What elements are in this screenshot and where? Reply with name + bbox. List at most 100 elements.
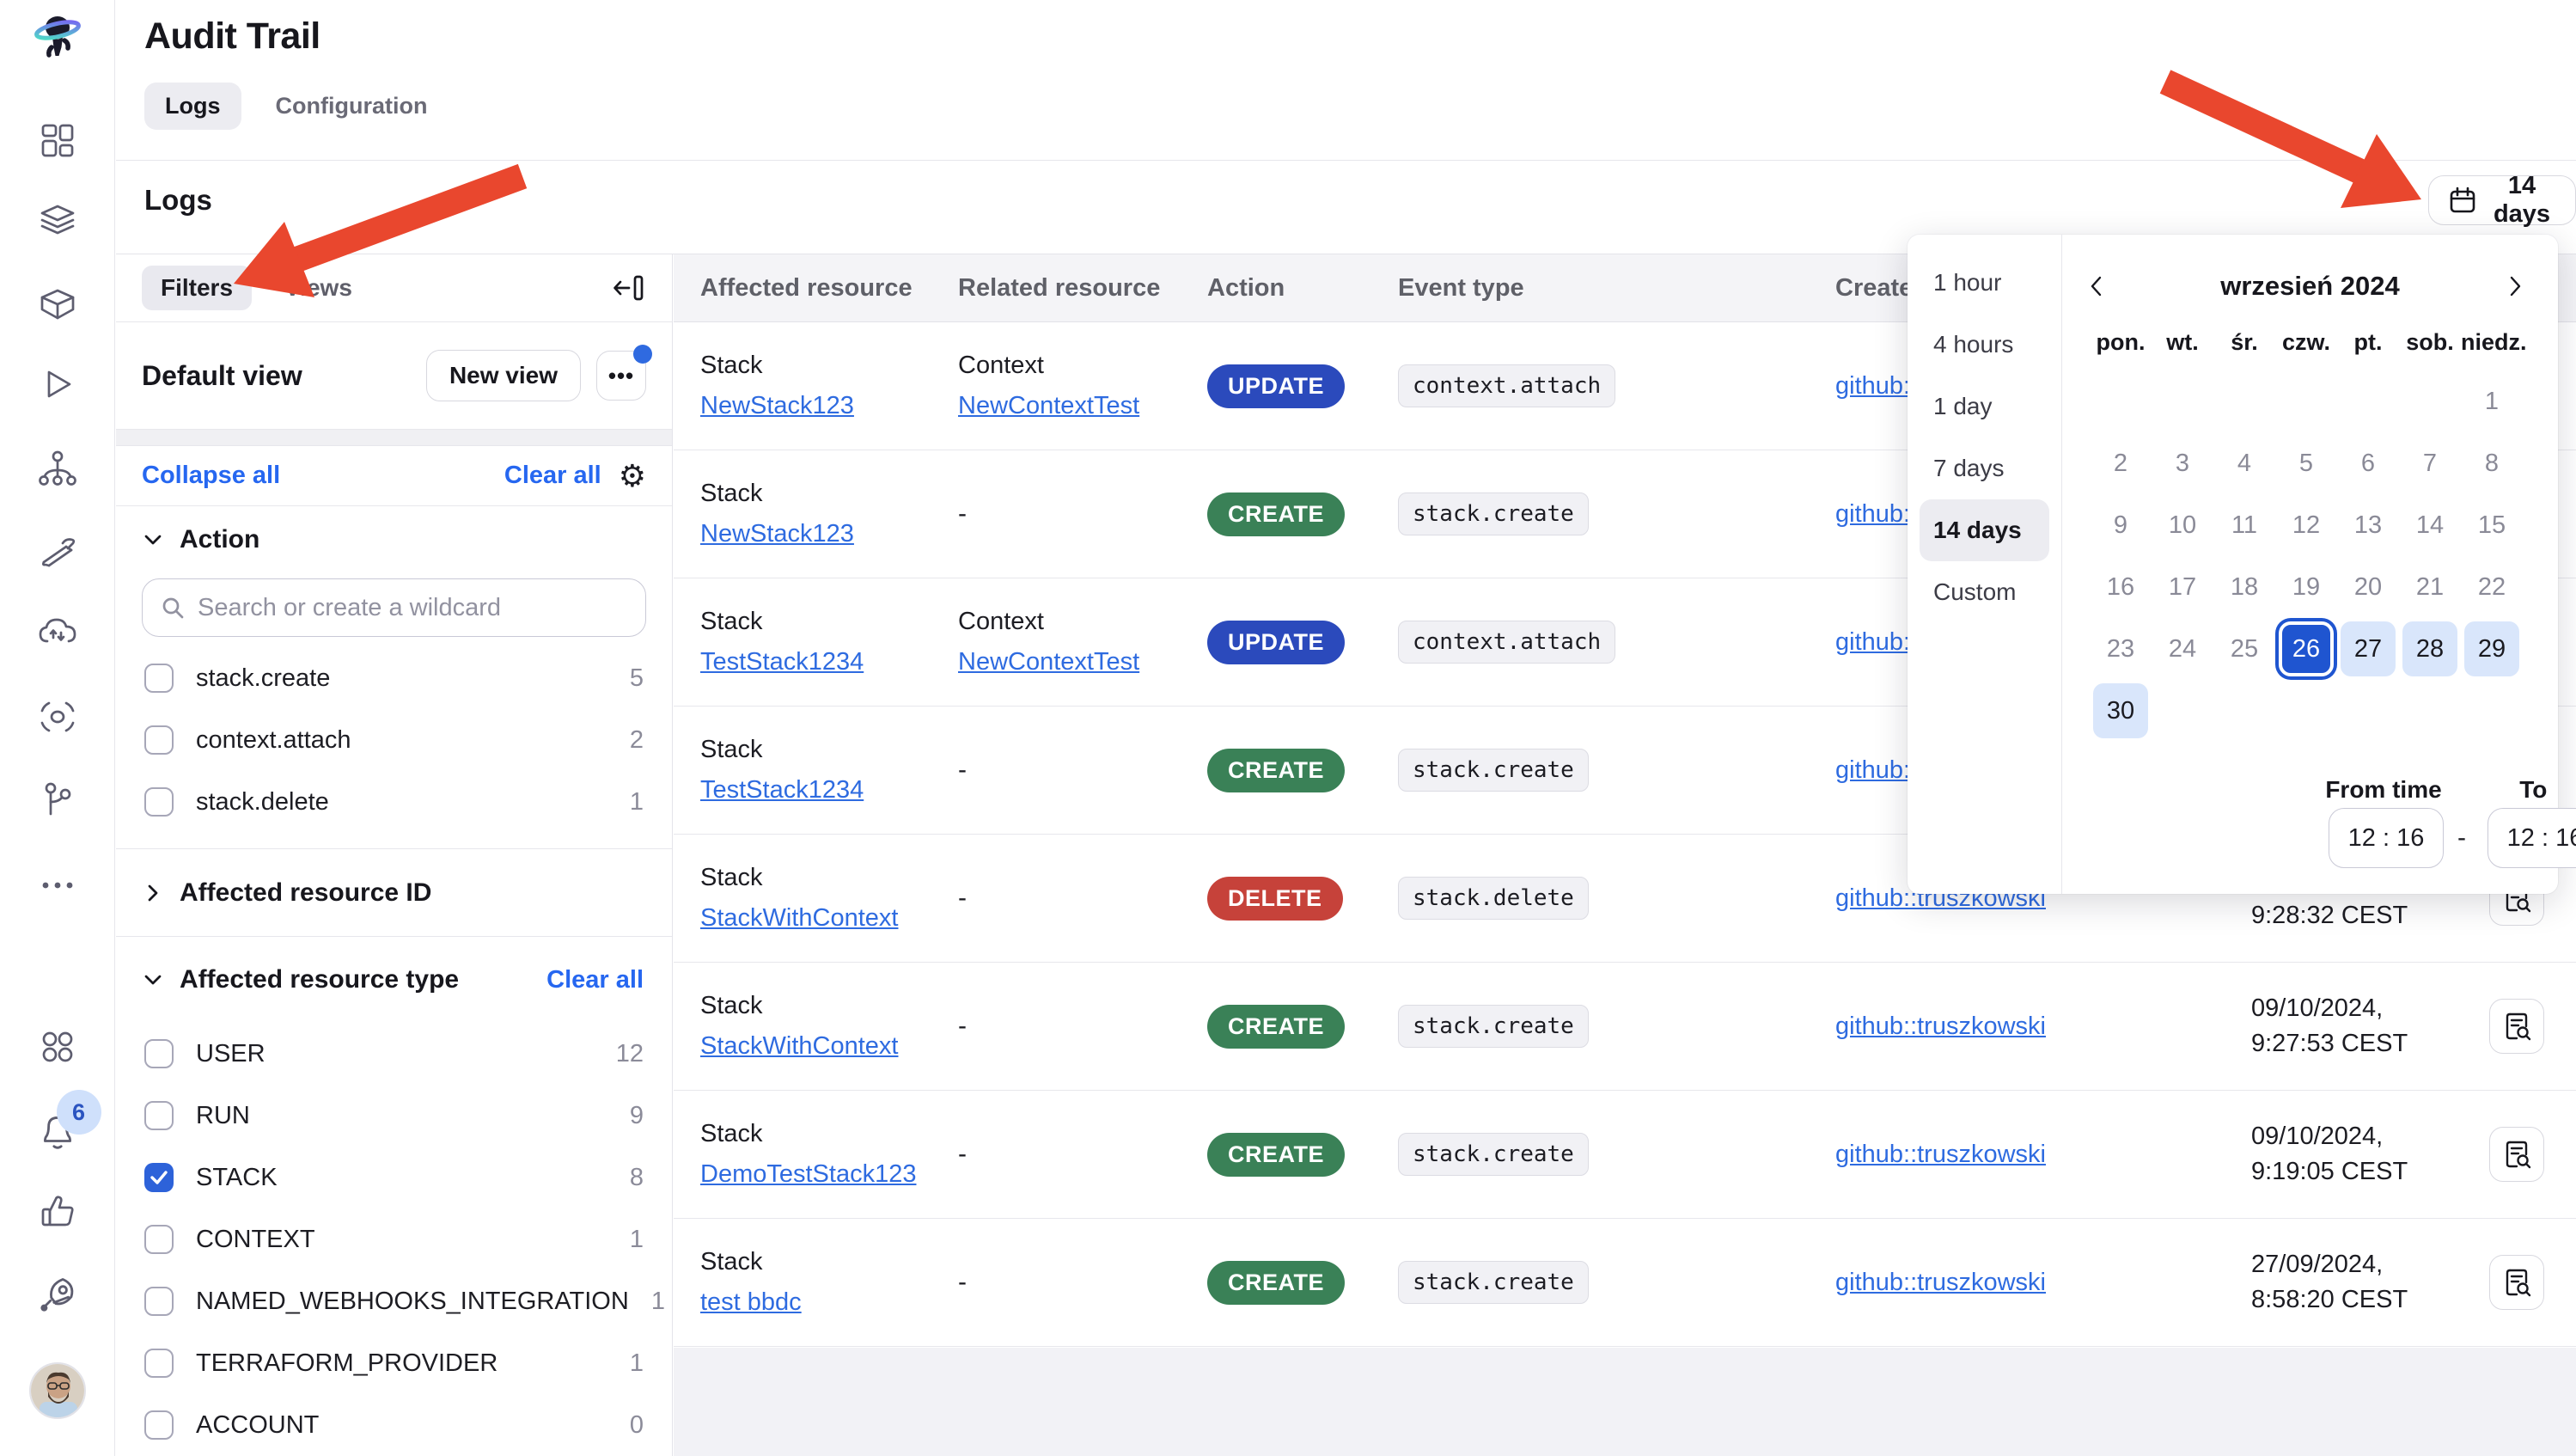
checkbox[interactable] xyxy=(144,1349,174,1378)
calendar-day[interactable]: 12 xyxy=(2279,498,2334,553)
filter-option[interactable]: USER 12 xyxy=(116,1023,672,1085)
filter-option[interactable]: CONTEXT 1 xyxy=(116,1208,672,1270)
checkbox[interactable] xyxy=(144,1287,174,1316)
calendar-day[interactable]: 11 xyxy=(2217,498,2272,553)
calendar-day[interactable]: 16 xyxy=(2093,560,2148,615)
filter-option[interactable]: stack.delete 1 xyxy=(116,771,672,833)
to-time-field[interactable]: 12 : 16 xyxy=(2487,808,2576,868)
checkbox[interactable] xyxy=(144,725,174,755)
resource-link[interactable]: test bbdc xyxy=(700,1288,802,1316)
calendar-day[interactable]: 21 xyxy=(2402,560,2457,615)
related-link[interactable]: NewContextTest xyxy=(958,392,1139,419)
filter-option[interactable]: context.attach 2 xyxy=(116,709,672,771)
created-by-link[interactable]: github::truszkowski xyxy=(1835,1012,2046,1040)
chevron-right-icon[interactable] xyxy=(142,882,164,904)
checkbox[interactable] xyxy=(144,1410,174,1440)
calendar-day[interactable]: 28 xyxy=(2402,621,2457,676)
checkbox[interactable] xyxy=(144,1163,174,1192)
calendar-day[interactable]: 9 xyxy=(2093,498,2148,553)
new-view-button[interactable]: New view xyxy=(426,350,581,401)
calendar-day[interactable]: 3 xyxy=(2155,436,2210,491)
filters-tab[interactable]: Filters xyxy=(142,266,252,310)
launchpad-apps-icon[interactable] xyxy=(37,1026,78,1068)
calendar-day[interactable]: 6 xyxy=(2341,436,2396,491)
from-time-field[interactable]: 12 : 16 xyxy=(2329,808,2444,868)
feedback-thumbs-up-icon[interactable] xyxy=(37,1190,78,1232)
resource-link[interactable]: TestStack1234 xyxy=(700,648,864,676)
calendar-day[interactable]: 2 xyxy=(2093,436,2148,491)
whats-new-rocket-icon[interactable] xyxy=(36,1272,79,1315)
filter-option[interactable]: stack.create 5 xyxy=(116,647,672,709)
user-avatar[interactable] xyxy=(29,1362,86,1419)
blueprint-cube-icon[interactable] xyxy=(37,284,78,325)
tab-logs[interactable]: Logs xyxy=(144,83,241,130)
calendar-day[interactable]: 27 xyxy=(2341,621,2396,676)
calendar-day[interactable]: 1 xyxy=(2464,374,2519,429)
table-row[interactable]: Stack StackWithContext - CREATE stack.cr… xyxy=(674,963,2576,1091)
filter-option[interactable]: NAMED_WEBHOOKS_INTEGRATION 1 xyxy=(116,1270,672,1332)
filter-option[interactable]: RUN 9 xyxy=(116,1085,672,1147)
policies-tools-icon[interactable] xyxy=(37,529,78,571)
resource-link[interactable]: StackWithContext xyxy=(700,904,898,932)
resources-scan-icon[interactable] xyxy=(37,696,78,737)
collapse-all-link[interactable]: Collapse all xyxy=(142,462,280,490)
source-control-branch-icon[interactable] xyxy=(37,780,78,821)
spacelift-logo[interactable] xyxy=(32,12,83,65)
calendar-day[interactable]: 18 xyxy=(2217,560,2272,615)
date-range-button[interactable]: 14 days xyxy=(2428,175,2576,225)
type-clear-all-link[interactable]: Clear all xyxy=(546,966,644,994)
runs-play-icon[interactable] xyxy=(37,364,78,405)
calendar-day[interactable]: 10 xyxy=(2155,498,2210,553)
quick-range-option[interactable]: 1 day xyxy=(1920,376,2049,437)
checkbox[interactable] xyxy=(144,1039,174,1068)
checkbox[interactable] xyxy=(144,1101,174,1130)
filter-option[interactable]: STACK 8 xyxy=(116,1147,672,1208)
worker-pools-icon[interactable] xyxy=(37,448,78,489)
view-log-details-button[interactable] xyxy=(2489,1255,2544,1310)
calendar-day[interactable]: 19 xyxy=(2279,560,2334,615)
calendar-day[interactable]: 4 xyxy=(2217,436,2272,491)
calendar-day[interactable]: 17 xyxy=(2155,560,2210,615)
stacks-icon[interactable] xyxy=(37,199,78,241)
view-more-button[interactable]: ••• xyxy=(596,351,646,401)
cloud-integrations-icon[interactable] xyxy=(37,612,78,653)
filter-option[interactable]: TERRAFORM_PROVIDER 1 xyxy=(116,1332,672,1394)
filter-settings-gear-icon[interactable]: ⚙ xyxy=(619,461,646,492)
quick-range-option[interactable]: 7 days xyxy=(1920,437,2049,499)
resource-link[interactable]: DemoTestStack123 xyxy=(700,1160,916,1188)
notifications-bell-icon[interactable]: 6 xyxy=(36,1109,79,1152)
view-log-details-button[interactable] xyxy=(2489,999,2544,1054)
quick-range-option[interactable]: 14 days xyxy=(1920,499,2049,561)
calendar-day[interactable]: 24 xyxy=(2155,621,2210,676)
related-link[interactable]: NewContextTest xyxy=(958,648,1139,676)
tab-configuration[interactable]: Configuration xyxy=(276,93,428,119)
checkbox[interactable] xyxy=(144,664,174,693)
checkbox[interactable] xyxy=(144,1225,174,1254)
calendar-day[interactable]: 23 xyxy=(2093,621,2148,676)
calendar-day[interactable]: 30 xyxy=(2093,683,2148,738)
dashboard-icon[interactable] xyxy=(37,119,78,161)
calendar-day[interactable]: 29 xyxy=(2464,621,2519,676)
chevron-down-icon[interactable] xyxy=(142,529,164,551)
created-by-link[interactable]: github::truszkowski xyxy=(1835,1269,2046,1296)
filter-option[interactable]: ACCOUNT 0 xyxy=(116,1394,672,1456)
resource-link[interactable]: NewStack123 xyxy=(700,520,854,548)
created-by-link[interactable]: github::truszkowski xyxy=(1835,1141,2046,1168)
view-log-details-button[interactable] xyxy=(2489,1127,2544,1182)
resource-link[interactable]: NewStack123 xyxy=(700,392,854,419)
calendar-day[interactable]: 26 xyxy=(2279,621,2334,676)
checkbox[interactable] xyxy=(144,787,174,817)
calendar-day[interactable]: 14 xyxy=(2402,498,2457,553)
calendar-day[interactable]: 5 xyxy=(2279,436,2334,491)
chevron-down-icon[interactable] xyxy=(142,969,164,991)
calendar-day[interactable]: 15 xyxy=(2464,498,2519,553)
calendar-day[interactable]: 7 xyxy=(2402,436,2457,491)
collapse-panel-icon[interactable] xyxy=(612,271,646,305)
table-row[interactable]: Stack DemoTestStack123 - CREATE stack.cr… xyxy=(674,1091,2576,1219)
quick-range-option[interactable]: Custom xyxy=(1920,561,2049,623)
clear-all-link[interactable]: Clear all xyxy=(504,462,601,490)
calendar-day[interactable]: 25 xyxy=(2217,621,2272,676)
resource-link[interactable]: StackWithContext xyxy=(700,1032,898,1060)
action-search-input[interactable] xyxy=(198,594,628,622)
calendar-day[interactable]: 13 xyxy=(2341,498,2396,553)
